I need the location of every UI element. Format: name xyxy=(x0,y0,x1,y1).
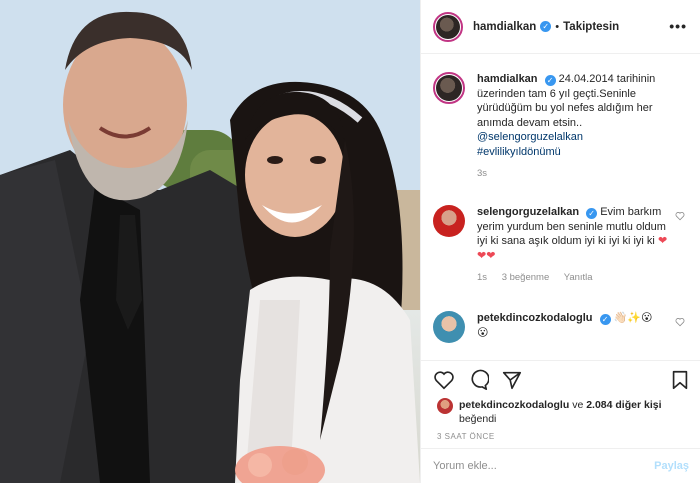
likes-summary: petekdincozkodaloglu ve 2.084 diğer kişi… xyxy=(421,394,700,430)
wedding-photo-illustration xyxy=(0,0,420,483)
comment-item: selengorguzelalkan ✓ Evim barkım yerim y… xyxy=(433,205,689,283)
commenter-username[interactable]: petekdincozkodaloglu xyxy=(477,312,593,324)
add-comment-bar: Paylaş xyxy=(421,448,700,483)
author-avatar[interactable] xyxy=(433,11,463,42)
reply-button[interactable]: Yanıtla xyxy=(564,272,593,283)
caption-time[interactable]: 3s xyxy=(477,168,487,179)
post-header: hamdialkan ✓ • Takiptesin ••• xyxy=(421,0,700,54)
comment-item: petekdincozkodaloglu ✓ 👋🏻✨😮 😮 xyxy=(433,311,689,343)
likes-count-button[interactable]: 2.084 diğer kişi xyxy=(586,399,661,411)
comment-likes-count[interactable]: 3 beğenme xyxy=(502,272,550,283)
commenter-username[interactable]: selengorguzelalkan xyxy=(477,206,579,218)
caption-username[interactable]: hamdialkan xyxy=(477,73,538,85)
comment-emoji-line: 😮 xyxy=(477,326,489,339)
likes-suffix: beğendi xyxy=(459,413,497,425)
comment-bubble-icon[interactable] xyxy=(467,369,489,391)
like-comment-heart-icon[interactable] xyxy=(675,317,685,327)
liker-username[interactable]: petekdincozkodaloglu xyxy=(459,399,569,411)
separator-dot: • xyxy=(555,20,560,33)
like-comment-heart-icon[interactable] xyxy=(675,211,685,221)
post-photo[interactable] xyxy=(0,0,420,483)
action-bar xyxy=(421,360,700,394)
like-heart-icon[interactable] xyxy=(433,369,455,391)
comment-text: 👋🏻✨😮 xyxy=(613,312,653,324)
caption: hamdialkan ✓ 24.04.2014 tarihinin üzerin… xyxy=(433,72,689,179)
caption-avatar[interactable] xyxy=(433,72,465,104)
commenter-avatar[interactable] xyxy=(433,311,465,343)
comment-time[interactable]: 1s xyxy=(477,272,487,283)
share-paper-plane-icon[interactable] xyxy=(501,369,523,391)
verified-badge-icon: ✓ xyxy=(540,21,552,32)
commenter-avatar[interactable] xyxy=(433,205,465,237)
verified-badge-icon: ✓ xyxy=(599,314,611,325)
post-sidebar: hamdialkan ✓ • Takiptesin ••• hamdialkan… xyxy=(420,0,700,483)
liker-avatar[interactable] xyxy=(437,398,453,414)
author-username[interactable]: hamdialkan xyxy=(473,21,536,33)
following-status-button[interactable]: Takiptesin xyxy=(563,21,619,33)
save-bookmark-icon[interactable] xyxy=(669,369,691,391)
comments-list[interactable]: hamdialkan ✓ 24.04.2014 tarihinin üzerin… xyxy=(421,55,700,360)
caption-mention[interactable]: @selengorguzelalkan xyxy=(477,131,583,143)
post-timestamp[interactable]: 3 SAAT ÖNCE xyxy=(437,432,495,441)
likes-connector: ve xyxy=(572,399,584,411)
post-comment-button[interactable]: Paylaş xyxy=(654,460,689,472)
verified-badge-icon: ✓ xyxy=(586,208,598,219)
more-options-icon[interactable]: ••• xyxy=(669,18,687,34)
comment-input[interactable] xyxy=(433,457,633,475)
caption-hashtag[interactable]: #evlilikyıldönümü xyxy=(477,146,561,158)
verified-badge-icon: ✓ xyxy=(544,75,556,86)
